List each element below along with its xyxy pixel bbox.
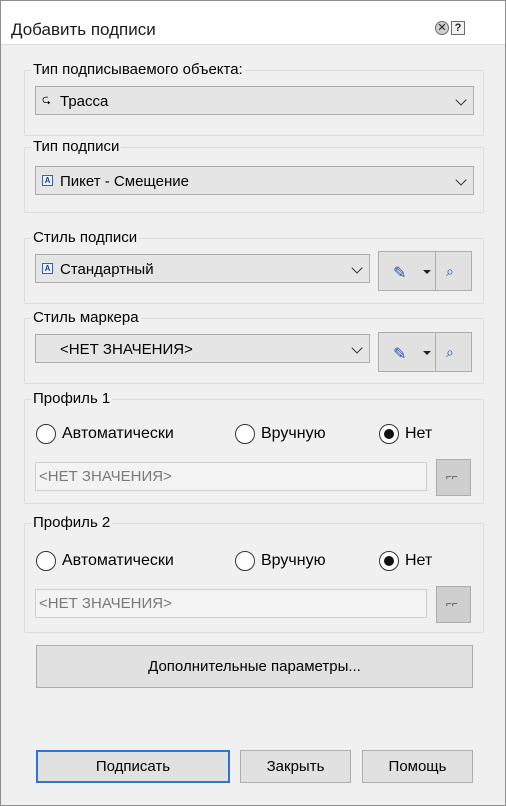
radio-circle [36,551,56,571]
object-type-value: Трасса [60,93,109,110]
profile1-field[interactable]: <НЕТ ЗНАЧЕНИЯ> [35,462,427,491]
profile2-radio-auto[interactable]: Автоматически [36,551,174,571]
marker-style-label: Стиль маркера [31,309,141,326]
edit-label-style-button[interactable]: ✎ [378,251,436,291]
profile2-radio-none[interactable]: Нет [379,551,432,571]
chevron-down-icon [455,94,467,106]
profile1-label: Профиль 1 [31,390,113,407]
close-button[interactable]: Закрыть [240,750,351,783]
radio-circle [36,424,56,444]
profile2-radio-manual[interactable]: Вручную [235,551,326,571]
chevron-down-icon [455,174,467,186]
edit-style-icon: ✎ [393,346,407,363]
radio-label: Автоматически [62,552,174,569]
profile1-radio-auto[interactable]: Автоматически [36,424,174,444]
radio-label: Нет [405,425,433,442]
preview-icon: ⌕ [446,344,454,360]
chevron-down-icon [351,262,363,274]
edit-style-icon: ✎ [393,265,407,282]
pin-icon[interactable]: ✕ [435,21,449,35]
radio-circle [235,424,255,444]
pick-profile-icon: ⌐⌐ [446,599,458,610]
alignment-icon: ⮎ [42,94,51,106]
label-style-icon: A [42,263,53,274]
label-type-combo[interactable]: A Пикет - Смещение [35,166,474,195]
pick-profile-icon: ⌐⌐ [446,472,458,483]
title-bar-icons: ✕ ? [435,21,465,35]
help-button[interactable]: Помощь [362,750,473,783]
pick-profile2-button[interactable]: ⌐⌐ [436,586,471,623]
profile1-radio-manual[interactable]: Вручную [235,424,326,444]
radio-label: Вручную [261,552,326,569]
radio-label: Вручную [261,425,326,442]
radio-label: Автоматически [62,425,174,442]
profile1-radio-none[interactable]: Нет [379,424,432,444]
profile2-field[interactable]: <НЕТ ЗНАЧЕНИЯ> [35,589,427,618]
pick-profile1-button[interactable]: ⌐⌐ [436,459,471,496]
label-style-combo[interactable]: A Стандартный [35,254,370,283]
edit-marker-style-button[interactable]: ✎ [378,332,436,372]
marker-style-value: <НЕТ ЗНАЧЕНИЯ> [60,341,193,358]
marker-style-combo[interactable]: <НЕТ ЗНАЧЕНИЯ> [35,334,370,363]
title-bar: Добавить подписи ✕ ? [1,1,505,45]
add-labels-dialog: Добавить подписи ✕ ? Тип подписываемого … [0,0,506,806]
dropdown-caret-icon [423,351,431,355]
preview-icon: ⌕ [446,263,454,279]
label-icon: A [42,175,53,186]
radio-circle [379,424,399,444]
radio-circle [235,551,255,571]
object-type-label: Тип подписываемого объекта: [31,61,245,78]
chevron-down-icon [351,342,363,354]
object-type-combo[interactable]: ⮎ Трасса [35,86,474,115]
help-icon[interactable]: ? [451,21,465,35]
preview-label-style-button[interactable]: ⌕ [435,251,472,291]
label-type-label: Тип подписи [31,138,122,155]
label-type-value: Пикет - Смещение [60,173,189,190]
more-options-button[interactable]: Дополнительные параметры... [36,645,473,688]
label-button[interactable]: Подписать [36,750,230,783]
preview-marker-style-button[interactable]: ⌕ [435,332,472,372]
dialog-title: Добавить подписи [11,20,156,39]
profile2-label: Профиль 2 [31,514,113,531]
dropdown-caret-icon [423,270,431,274]
label-style-value: Стандартный [60,261,154,278]
label-style-label: Стиль подписи [31,229,140,246]
radio-circle [379,551,399,571]
radio-label: Нет [405,552,433,569]
